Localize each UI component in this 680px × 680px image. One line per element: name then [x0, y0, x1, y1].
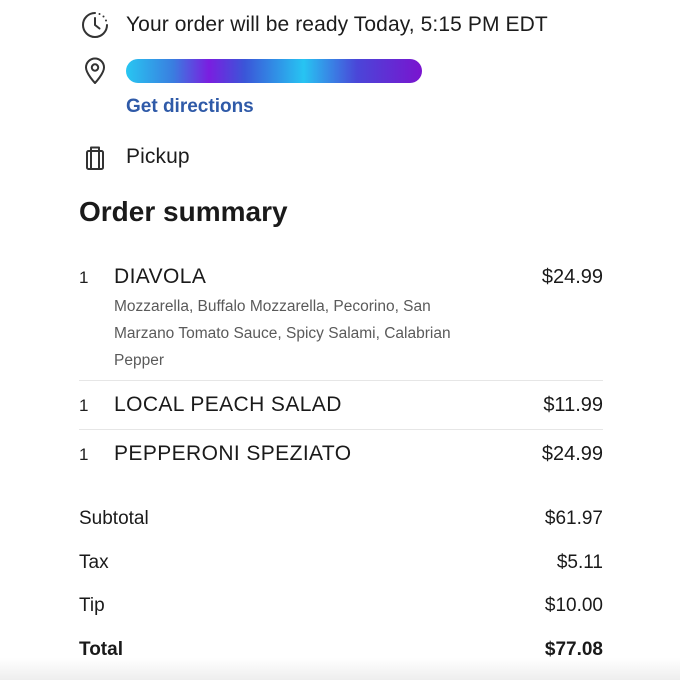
- item-price: $24.99: [541, 443, 603, 465]
- tax-label: Tax: [79, 551, 109, 573]
- list-item: 1 DIAVOLA $24.99 Mozzarella, Buffalo Moz…: [79, 260, 603, 381]
- bottom-fade: [0, 658, 680, 680]
- list-item: 1 PEPPERONI SPEZIATO $24.99: [79, 430, 603, 478]
- subtotal-label: Subtotal: [79, 508, 149, 529]
- item-quantity: 1: [79, 268, 89, 287]
- item-description: Mozzarella, Buffalo Mozzarella, Pecorino…: [114, 298, 451, 369]
- address-redaction: [126, 59, 422, 83]
- subtotal-value: $61.97: [544, 508, 603, 529]
- item-quantity: 1: [79, 396, 89, 415]
- item-name: LOCAL PEACH SALAD: [114, 393, 342, 416]
- list-item: 1 LOCAL PEACH SALAD $11.99: [79, 381, 603, 430]
- order-totals: Subtotal $61.97 Tax $5.11 Tip $10.00 Tot…: [79, 508, 603, 680]
- subtotal-row: Subtotal $61.97: [79, 508, 603, 552]
- tip-row: Tip $10.00: [79, 595, 603, 639]
- order-items-list: 1 DIAVOLA $24.99 Mozzarella, Buffalo Moz…: [79, 260, 603, 478]
- ready-time-text: Your order will be ready Today, 5:15 PM …: [126, 13, 548, 36]
- tax-value: $5.11: [556, 551, 603, 573]
- pickup-row: Pickup: [80, 142, 190, 172]
- order-summary-title: Order summary: [79, 196, 288, 227]
- item-price: $24.99: [541, 266, 603, 288]
- item-name: DIAVOLA: [114, 265, 207, 288]
- get-directions-link[interactable]: Get directions: [126, 96, 254, 118]
- tip-value: $10.00: [544, 595, 603, 616]
- item-name: PEPPERONI SPEZIATO: [114, 442, 352, 465]
- clock-icon: [80, 10, 110, 40]
- address-row: [80, 56, 422, 86]
- tip-label: Tip: [79, 595, 105, 616]
- shopping-bag-icon: [80, 142, 110, 172]
- tax-row: Tax $5.11: [79, 552, 603, 596]
- pickup-label: Pickup: [126, 145, 190, 168]
- item-quantity: 1: [79, 445, 89, 464]
- location-pin-icon: [80, 56, 110, 86]
- item-price: $11.99: [543, 394, 603, 416]
- ready-time-row: Your order will be ready Today, 5:15 PM …: [80, 10, 548, 40]
